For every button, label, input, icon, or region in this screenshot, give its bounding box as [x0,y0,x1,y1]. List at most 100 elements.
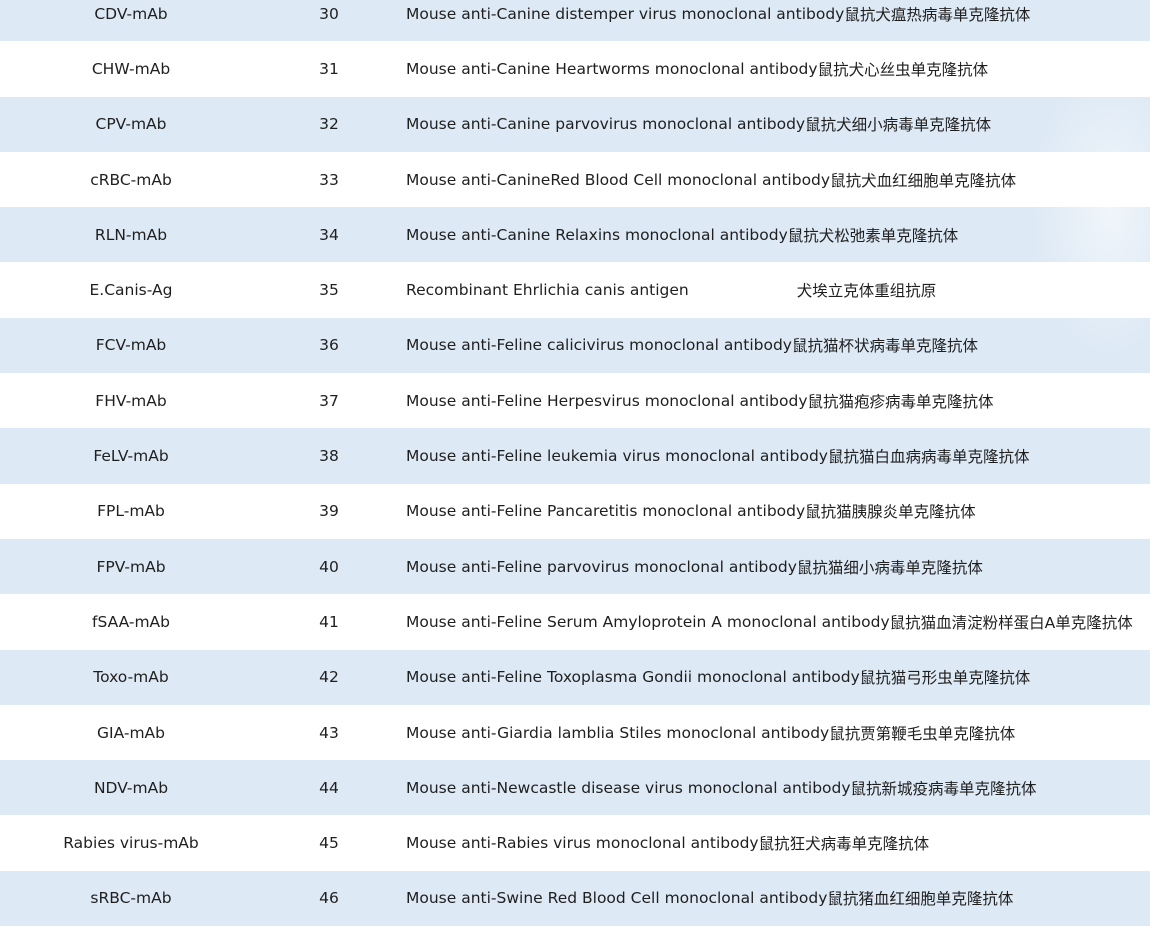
product-description-cell: Mouse anti-Feline Herpesvirus monoclonal… [406,373,1150,428]
product-number-cell: 38 [319,447,339,466]
table-row-38: FeLV-mAb 38 Mouse anti-Feline leukemia v… [0,428,1150,484]
table-row-39: FPL-mAb 39 Mouse anti-Feline Pancaretiti… [0,483,1150,539]
description-english: Mouse anti-Feline calicivirus monoclonal… [406,336,792,355]
description-english: Mouse anti-Rabies virus monoclonal antib… [406,834,759,853]
product-description-cell: Mouse anti-Canine Heartworms monoclonal … [406,41,1150,96]
product-number-cell: 32 [319,115,339,134]
product-description-cell: Mouse anti-Rabies virus monoclonal antib… [406,815,1150,870]
product-description-cell: Mouse anti-Giardia lamblia Stiles monocl… [406,705,1150,760]
product-description-cell: Mouse anti-Feline leukemia virus monoclo… [406,428,1150,483]
product-number-cell: 42 [319,668,339,687]
product-description-cell: Mouse anti-Feline Toxoplasma Gondii mono… [406,650,1150,705]
description-english: Mouse anti-Canine Heartworms monoclonal … [406,59,818,78]
table-row-46: sRBC-mAb 46 Mouse anti-Swine Red Blood C… [0,870,1150,926]
table-row-32: CPV-mAb 32 Mouse anti-Canine parvovirus … [0,96,1150,152]
product-description-cell: Mouse anti-Feline Serum Amyloprotein A m… [406,594,1150,649]
product-number-cell: 43 [319,723,339,742]
product-number-cell: 36 [319,336,339,355]
product-code-cell: CPV-mAb [95,115,167,134]
product-number-cell: 34 [319,225,339,244]
description-chinese: 鼠抗犬心丝虫单克隆抗体 [817,60,989,79]
product-code-cell: NDV-mAb [93,778,169,797]
product-number-cell: 37 [319,391,339,410]
description-chinese: 鼠抗新城疫病毒单克隆抗体 [850,779,1037,798]
description-english: Mouse anti-Feline leukemia virus monoclo… [406,447,828,466]
description-chinese: 鼠抗猪血红细胞单克隆抗体 [827,890,1014,909]
description-chinese: 鼠抗猫白血病病毒单克隆抗体 [827,448,1030,467]
product-number-cell: 40 [319,557,339,576]
product-number-cell: 30 [319,4,339,23]
description-chinese: 鼠抗犬松弛素单克隆抗体 [787,226,959,245]
product-number-cell: 39 [319,502,339,521]
table-row-43: GIA-mAb 43 Mouse anti-Giardia lamblia St… [0,704,1150,761]
description-chinese: 鼠抗猫细小病毒单克隆抗体 [796,558,983,577]
product-code-cell: RLN-mAb [94,225,168,244]
description-english: Mouse anti-Feline parvovirus monoclonal … [406,557,797,576]
product-description-cell: Mouse anti-Canine Relaxins monoclonal an… [406,207,1150,262]
description-english: Mouse anti-Feline Toxoplasma Gondii mono… [406,668,860,687]
product-table: CDV-mAb 30 Mouse anti-Canine distemper v… [0,0,1150,926]
table-row-42: Toxo-mAb 42 Mouse anti-Feline Toxoplasma… [0,649,1150,705]
product-code-cell: E.Canis-Ag [89,281,173,300]
description-chinese: 鼠抗犬细小病毒单克隆抗体 [805,116,992,135]
table-row-37: FHV-mAb 37 Mouse anti-Feline Herpesvirus… [0,373,1150,429]
product-number-cell: 35 [319,281,339,300]
product-code-cell: FeLV-mAb [93,447,169,466]
table-row-34: RLN-mAb 34 Mouse anti-Canine Relaxins mo… [0,207,1150,263]
product-code-cell: Toxo-mAb [93,668,169,687]
product-description-cell: Mouse anti-Feline Pancaretitis monoclona… [406,484,1150,539]
table-row-30: CDV-mAb 30 Mouse anti-Canine distemper v… [0,0,1150,42]
description-chinese: 鼠抗狂犬病毒单克隆抗体 [758,835,930,854]
description-chinese: 鼠抗猫弓形虫单克隆抗体 [859,669,1031,688]
product-number-cell: 45 [319,834,339,853]
product-description-cell: Recombinant Ehrlichia canis antigen 犬埃立克体… [406,262,1150,317]
description-english: Mouse anti-Newcastle disease virus monoc… [406,778,851,797]
description-chinese: 鼠抗猫杯状病毒单克隆抗体 [791,337,978,356]
product-code-cell: GIA-mAb [97,723,165,742]
product-description-cell: Mouse anti-Canine distemper virus monocl… [406,0,1150,41]
product-code-cell: FPL-mAb [97,502,165,521]
product-code-cell: FCV-mAb [95,336,167,355]
product-number-cell: 44 [319,778,339,797]
description-english: Mouse anti-Feline Herpesvirus monoclonal… [406,391,808,410]
description-english: Mouse anti-CanineRed Blood Cell monoclon… [406,170,831,189]
product-number-cell: 41 [319,612,339,631]
description-english: Mouse anti-Feline Serum Amyloprotein A m… [406,612,890,631]
product-code-cell: FHV-mAb [95,391,167,410]
description-english: Mouse anti-Feline Pancaretitis monoclona… [406,502,806,521]
description-chinese: 鼠抗猫胰腺炎单克隆抗体 [805,503,976,522]
product-number-cell: 46 [319,889,339,908]
description-english: Recombinant Ehrlichia canis antigen [406,281,689,300]
product-number-cell: 33 [319,170,339,189]
description-english: Mouse anti-Canine distemper virus monocl… [406,4,845,23]
table-row-45: Rabies virus-mAb 45 Mouse anti-Rabies vi… [0,815,1150,871]
product-code-cell: CDV-mAb [94,4,168,23]
product-code-cell: cRBC-mAb [90,170,172,189]
product-description-cell: Mouse anti-Canine parvovirus monoclonal … [406,97,1150,152]
product-description-cell: Mouse anti-CanineRed Blood Cell monoclon… [406,152,1150,207]
product-description-cell: Mouse anti-Feline calicivirus monoclonal… [406,318,1150,373]
table-row-41: fSAA-mAb 41 Mouse anti-Feline Serum Amyl… [0,594,1150,650]
product-code-cell: fSAA-mAb [91,612,170,631]
product-description-cell: Mouse anti-Newcastle disease virus monoc… [406,760,1150,815]
product-description-cell: Mouse anti-Feline parvovirus monoclonal … [406,539,1150,594]
description-chinese: 鼠抗贾第鞭毛虫单克隆抗体 [829,724,1016,743]
table-row-31: CHW-mAb 31 Mouse anti-Canine Heartworms … [0,41,1150,97]
product-description-cell: Mouse anti-Swine Red Blood Cell monoclon… [406,871,1150,926]
table-row-33: cRBC-mAb 33 Mouse anti-CanineRed Blood C… [0,151,1150,208]
table-row-40: FPV-mAb 40 Mouse anti-Feline parvovirus … [0,538,1150,595]
description-chinese: 鼠抗猫血清淀粉样蛋白A单克隆抗体 [889,613,1133,632]
product-code-cell: sRBC-mAb [90,889,172,908]
description-english: Mouse anti-Canine parvovirus monoclonal … [406,115,806,134]
product-number-cell: 31 [319,59,339,78]
description-chinese: 鼠抗犬血红细胞单克隆抗体 [830,171,1017,190]
description-chinese: 犬埃立克体重组抗原 [796,282,937,301]
description-chinese: 鼠抗犬瘟热病毒单克隆抗体 [844,5,1031,24]
description-english: Mouse anti-Canine Relaxins monoclonal an… [406,225,788,244]
table-row-35: E.Canis-Ag 35 Recombinant Ehrlichia cani… [0,262,1150,318]
product-code-cell: FPV-mAb [96,557,166,576]
table-row-36: FCV-mAb 36 Mouse anti-Feline calicivirus… [0,317,1150,374]
description-chinese: 鼠抗猫疱疹病毒单克隆抗体 [807,392,994,411]
table-row-44: NDV-mAb 44 Mouse anti-Newcastle disease … [0,760,1150,816]
product-code-cell: CHW-mAb [91,59,171,78]
